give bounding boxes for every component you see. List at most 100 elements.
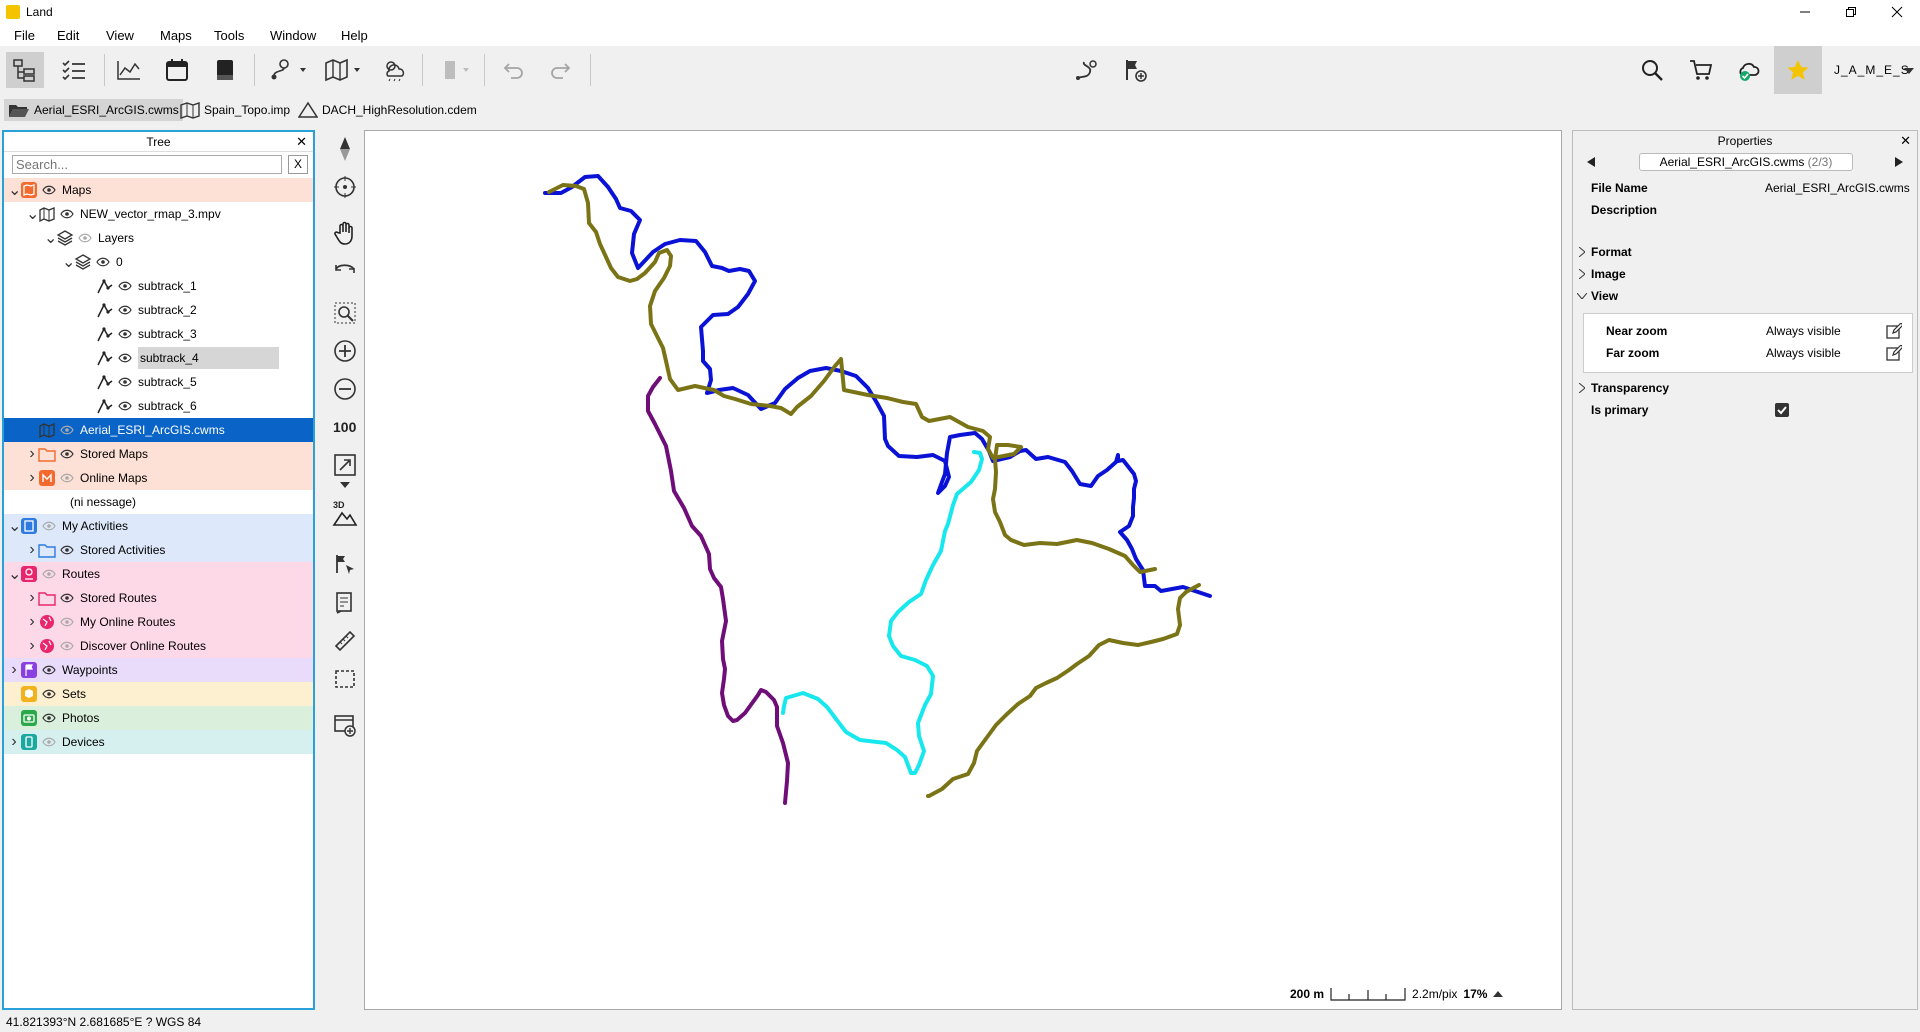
select-waypoint-button[interactable] [330, 550, 360, 580]
chevron-down-icon[interactable]: ⌄ [26, 204, 39, 224]
visibility-toggle-icon[interactable] [58, 593, 76, 603]
chevron-right-icon[interactable]: › [8, 661, 20, 679]
is-primary-checkbox[interactable] [1775, 403, 1789, 417]
menu-maps[interactable]: Maps [160, 28, 192, 43]
3d-view-button[interactable]: 3D [330, 498, 360, 528]
zoom-area-button[interactable] [330, 298, 360, 328]
chevron-right-icon[interactable]: › [8, 733, 20, 751]
tree-search-input[interactable] [12, 155, 282, 174]
search-clear-button[interactable]: X [288, 155, 308, 174]
tree-row-layers[interactable]: ⌄ Layers [4, 226, 313, 250]
visibility-toggle-icon[interactable] [58, 545, 76, 555]
maximize-button[interactable] [1828, 0, 1874, 24]
map-zoom-level[interactable]: 17% [1463, 987, 1487, 1001]
tree-row-waypoints[interactable]: › Waypoints [4, 658, 313, 682]
tree-row-routes[interactable]: ⌄ Routes [4, 562, 313, 586]
doc-tab-dach[interactable]: DACH_HighResolution.cdem [294, 99, 481, 121]
chevron-down-icon[interactable]: ⌄ [62, 252, 75, 272]
chevron-right-icon[interactable]: › [26, 589, 38, 607]
visibility-toggle-icon[interactable] [116, 353, 134, 363]
chart-button[interactable] [110, 52, 148, 88]
tree-row-my-activities[interactable]: ⌄ My Activities [4, 514, 313, 538]
notes-button[interactable] [330, 588, 360, 618]
chevron-down-icon[interactable]: ⌄ [44, 228, 57, 248]
menu-file[interactable]: File [14, 28, 35, 43]
calendar-button[interactable] [158, 52, 196, 88]
logbook-button[interactable] [206, 52, 244, 88]
edit-icon[interactable] [1886, 323, 1902, 339]
maps-menu-button[interactable] [320, 52, 368, 88]
prop-section-image[interactable]: Image [1573, 263, 1919, 285]
track-purple[interactable] [646, 376, 790, 805]
menu-window[interactable]: Window [270, 28, 316, 43]
tree-row-ni-nessage[interactable]: (ni nessage) [4, 490, 313, 514]
tree-row-devices[interactable]: › Devices [4, 730, 313, 754]
visibility-toggle-icon[interactable] [76, 233, 94, 243]
chevron-down-icon[interactable]: ⌄ [8, 180, 21, 200]
tree-row-discover-online-routes[interactable]: › Discover Online Routes [4, 634, 313, 658]
close-icon[interactable]: ✕ [1900, 131, 1911, 151]
doc-tab-spain-topo[interactable]: Spain_Topo.imp [176, 99, 294, 121]
chevron-down-icon[interactable]: ⌄ [8, 564, 21, 584]
track-cyan[interactable] [781, 450, 984, 775]
north-arrow-button[interactable] [330, 134, 360, 164]
prop-section-view[interactable]: View [1573, 285, 1919, 307]
visibility-toggle-icon[interactable] [58, 641, 76, 651]
route-tools-button[interactable] [264, 52, 312, 88]
prop-section-transparency[interactable]: Transparency [1573, 377, 1919, 399]
tree-row-my-online-routes[interactable]: › My Online Routes [4, 610, 313, 634]
visibility-toggle-icon[interactable] [58, 617, 76, 627]
tree-row-subtrack-5[interactable]: subtrack_5 [4, 370, 313, 394]
menu-view[interactable]: View [106, 28, 134, 43]
zoom-100-button[interactable]: 100 [330, 412, 360, 442]
visibility-toggle-icon[interactable] [94, 257, 112, 267]
visibility-toggle-icon[interactable] [58, 425, 76, 435]
tree-row-stored-activities[interactable]: › Stored Activities [4, 538, 313, 562]
visibility-toggle-icon[interactable] [116, 401, 134, 411]
tree-row-stored-routes[interactable]: › Stored Routes [4, 586, 313, 610]
search-button[interactable] [1634, 52, 1672, 88]
prev-file-arrow-icon[interactable] [1587, 157, 1595, 167]
tree-row-sets[interactable]: Sets [4, 682, 313, 706]
visibility-toggle-icon[interactable] [116, 305, 134, 315]
cloud-sync-button[interactable] [1730, 52, 1768, 88]
redo-button[interactable] [542, 52, 580, 88]
tree-row-aerial-esri-arcgis-cwms[interactable]: Aerial_ESRI_ArcGIS.cwms [4, 418, 313, 442]
tree-view-button[interactable] [6, 52, 44, 88]
visibility-toggle-icon[interactable] [40, 521, 58, 531]
tree-row-stored-maps[interactable]: › Stored Maps [4, 442, 313, 466]
measure-button[interactable] [330, 626, 360, 656]
track-edit-button[interactable] [1068, 52, 1106, 88]
menu-tools[interactable]: Tools [214, 28, 244, 43]
track-olive[interactable] [547, 183, 1201, 798]
locate-button[interactable] [330, 172, 360, 202]
chevron-right-icon[interactable]: › [26, 469, 38, 487]
tree-row-subtrack-2[interactable]: subtrack_2 [4, 298, 313, 322]
menu-edit[interactable]: Edit [57, 28, 79, 43]
chevron-right-icon[interactable]: › [26, 541, 38, 559]
favorites-button[interactable] [1774, 46, 1822, 94]
prop-section-format[interactable]: Format [1573, 241, 1919, 263]
menu-help[interactable]: Help [341, 28, 368, 43]
tree-row-new-vector-rmap-3-mpv[interactable]: ⌄ NEW_vector_rmap_3.mpv [4, 202, 313, 226]
tree-row-0[interactable]: ⌄ 0 [4, 250, 313, 274]
visibility-toggle-icon[interactable] [40, 713, 58, 723]
minimize-button[interactable] [1782, 0, 1828, 24]
tree-row-subtrack-1[interactable]: subtrack_1 [4, 274, 313, 298]
visibility-toggle-icon[interactable] [116, 329, 134, 339]
close-window-button[interactable] [1874, 0, 1920, 24]
zoom-in-button[interactable] [330, 336, 360, 366]
pan-tool-button[interactable] [330, 218, 360, 248]
properties-file-selector[interactable]: Aerial_ESRI_ArcGIS.cwms (2/3) [1639, 153, 1853, 171]
visibility-toggle-icon[interactable] [58, 209, 76, 219]
zoom-out-button[interactable] [330, 374, 360, 404]
visibility-toggle-icon[interactable] [40, 569, 58, 579]
rotate-button[interactable] [330, 254, 360, 284]
fit-to-screen-button[interactable] [330, 450, 360, 480]
rect-select-button[interactable] [330, 664, 360, 694]
tree-row-photos[interactable]: Photos [4, 706, 313, 730]
undo-button[interactable] [494, 52, 532, 88]
visibility-toggle-icon[interactable] [116, 377, 134, 387]
visibility-toggle-icon[interactable] [40, 665, 58, 675]
cart-button[interactable] [1682, 52, 1720, 88]
